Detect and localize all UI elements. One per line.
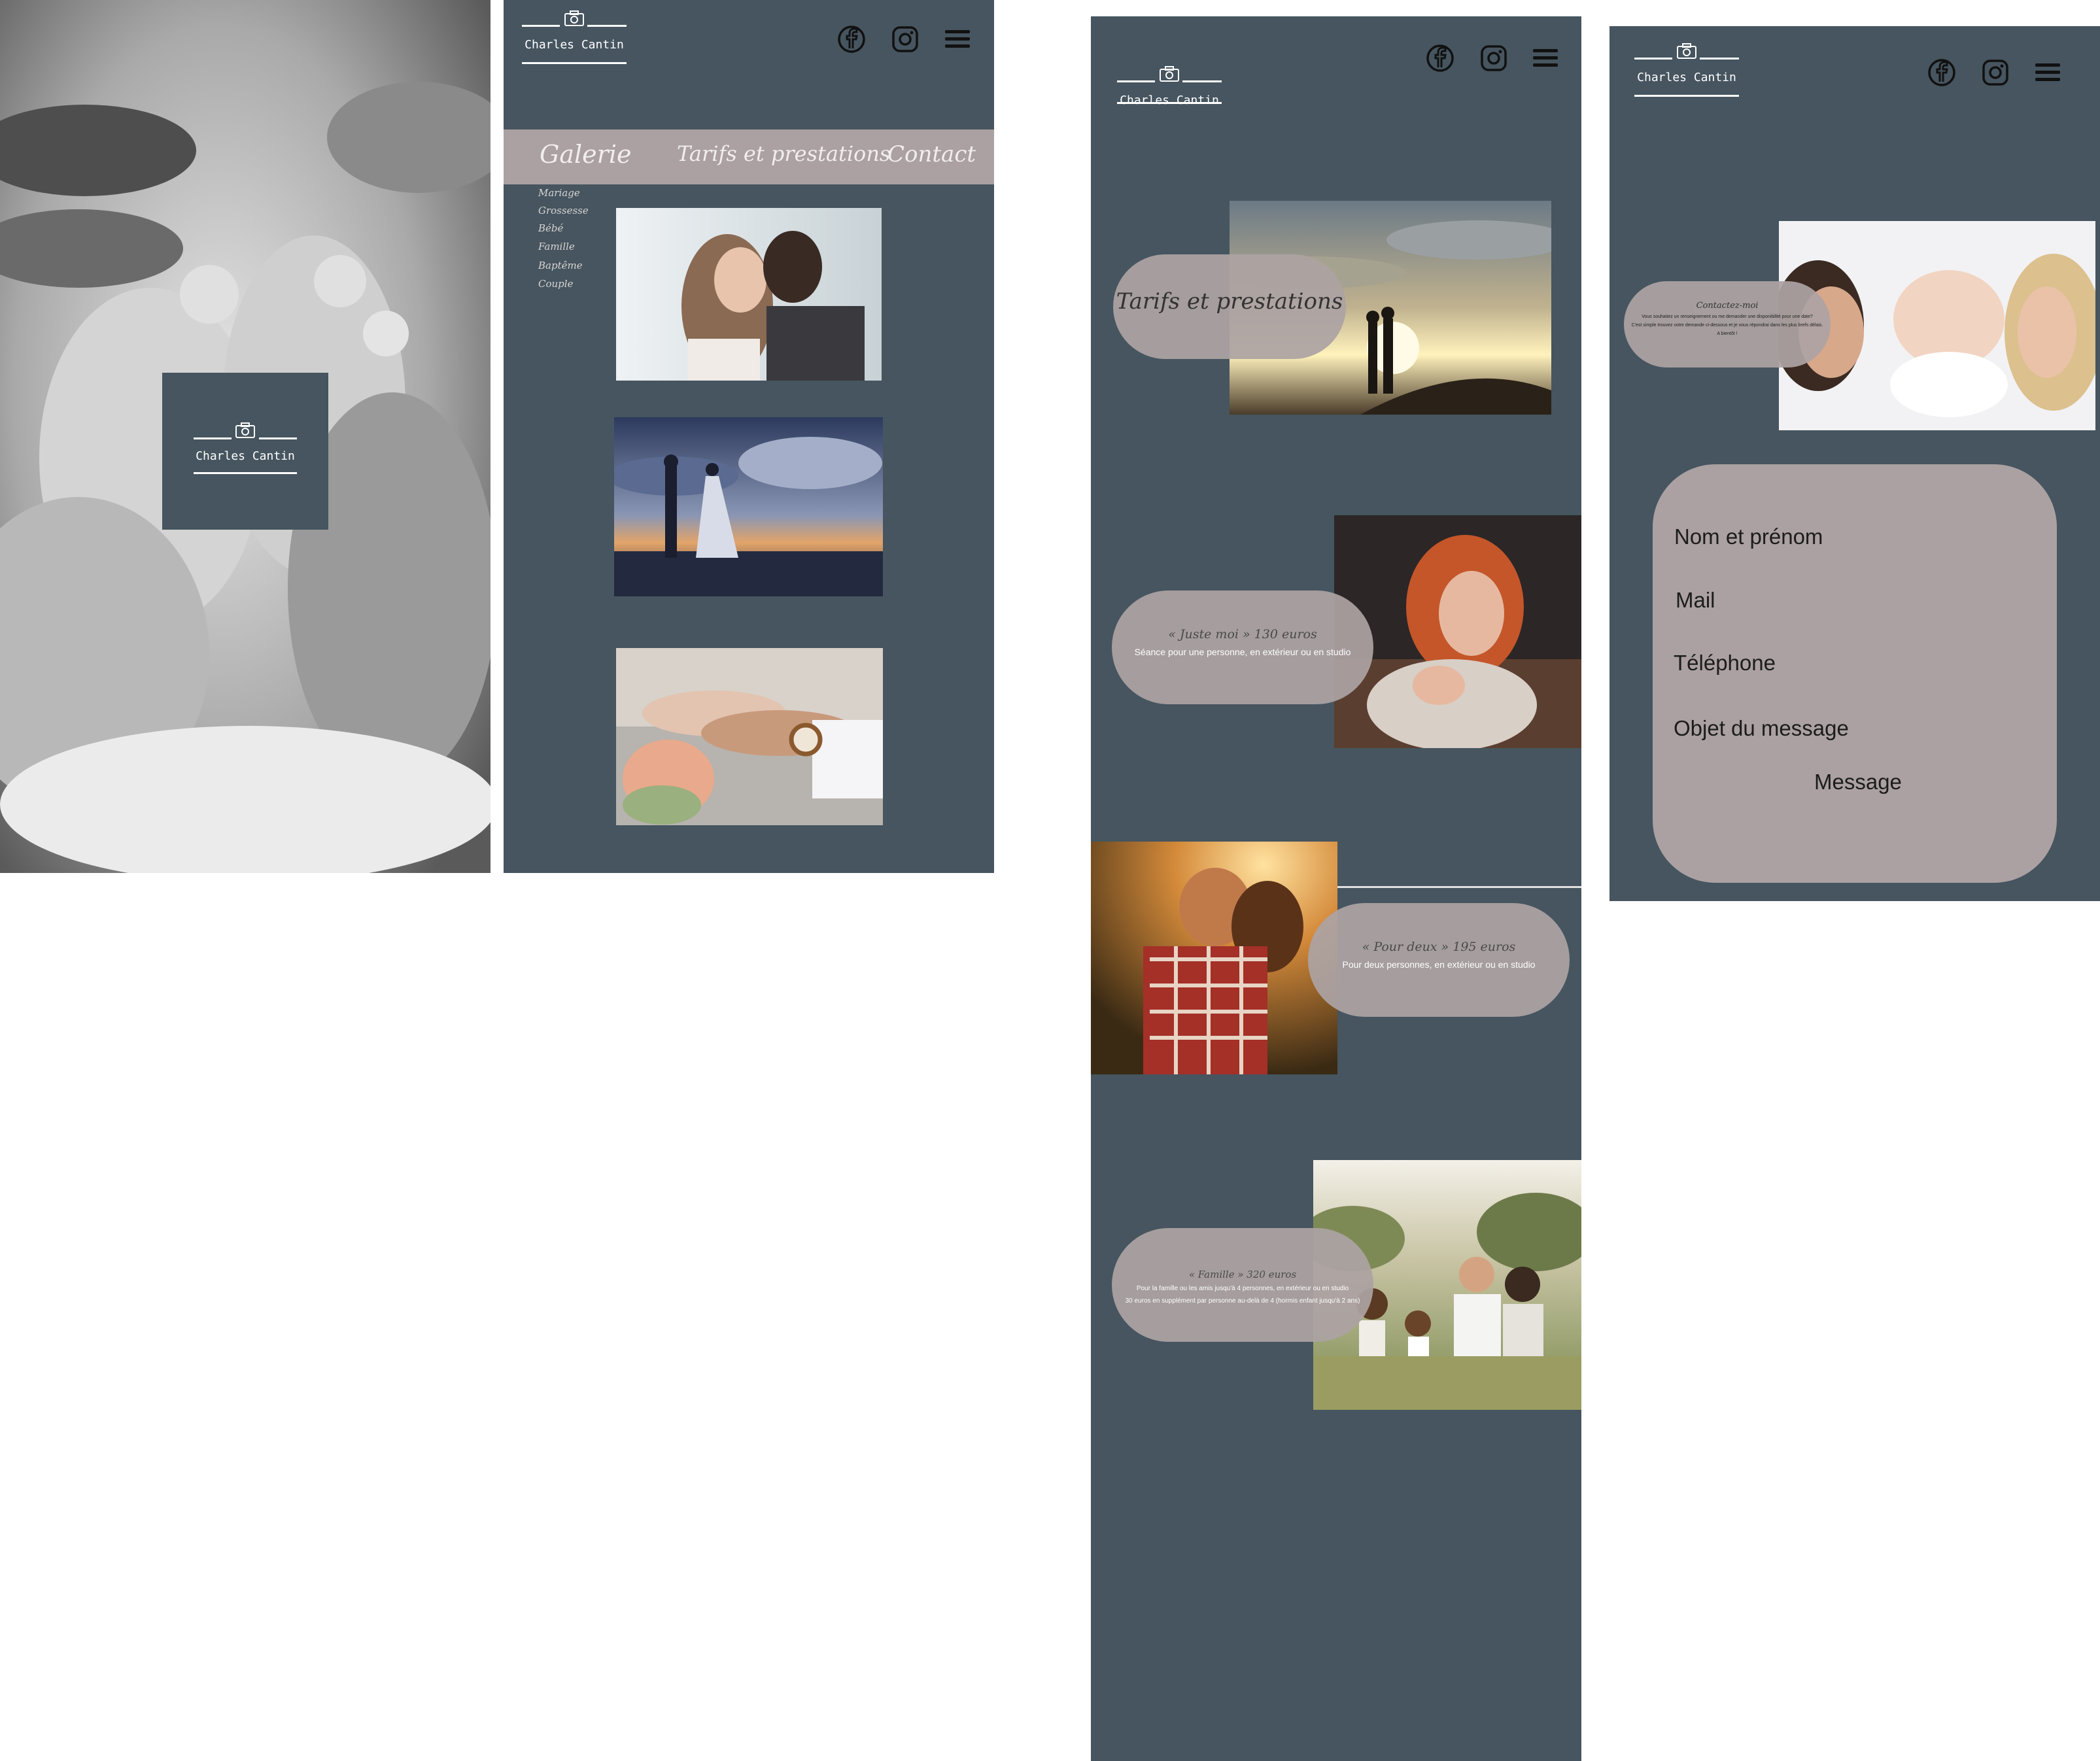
camera-icon xyxy=(1677,43,1696,59)
offer-description: Pour deux personnes, en extérieur ou en … xyxy=(1342,959,1536,970)
submenu-item[interactable]: Couple xyxy=(538,278,573,290)
offer-description-extra: 30 euros en supplément par personne au-d… xyxy=(1125,1297,1360,1305)
offer-pill-famille[interactable]: « Famille » 320 euros Pour la famille ou… xyxy=(1112,1228,1373,1342)
submenu-item[interactable]: Grossesse xyxy=(538,205,589,216)
offer-description: Pour la famille ou les amis jusqu'à 4 pe… xyxy=(1136,1285,1349,1292)
offer-description: Séance pour une personne, en extérieur o… xyxy=(1134,647,1351,657)
facebook-icon[interactable] xyxy=(1927,58,1956,87)
brand-name: Charles Cantin xyxy=(196,449,295,463)
offer-pill-juste-moi[interactable]: « Juste moi » 130 euros Séance pour une … xyxy=(1112,590,1373,704)
header-logo[interactable]: Charles Cantin xyxy=(522,0,627,72)
name-field[interactable]: Nom et prénom xyxy=(1674,524,1823,549)
gallery-photo-rings[interactable] xyxy=(616,648,883,825)
logo-underline xyxy=(1117,102,1222,104)
instagram-icon[interactable] xyxy=(891,25,920,54)
divider-line xyxy=(1334,886,1581,888)
contact-text: Vous souhaitez un renseignement ou me de… xyxy=(1642,315,1813,319)
menu-icon[interactable] xyxy=(2033,58,2062,87)
nav-contact[interactable]: Contact xyxy=(887,141,976,167)
nav-tarifs[interactable]: Tarifs et prestations xyxy=(677,141,890,166)
menu-icon[interactable] xyxy=(943,25,972,54)
offer-photo-pour-deux xyxy=(1091,842,1337,1074)
offer-title: « Juste moi » 130 euros xyxy=(1168,627,1317,641)
brand-name: Charles Cantin xyxy=(525,38,624,52)
camera-icon xyxy=(564,10,584,26)
gallery-photo-couple-kiss[interactable] xyxy=(616,208,882,381)
header-logo[interactable]: Charles Cantin xyxy=(1634,26,1739,98)
instagram-icon[interactable] xyxy=(1981,58,2010,87)
brand-name: Charles Cantin xyxy=(1120,94,1219,107)
facebook-icon[interactable] xyxy=(1426,44,1455,73)
mail-field[interactable]: Mail xyxy=(1676,588,1715,613)
contact-intro-pill: Contactez-moi Vous souhaitez un renseign… xyxy=(1624,281,1831,368)
offer-title: « Pour deux » 195 euros xyxy=(1362,940,1516,954)
contact-screen: Charles Cantin Contactez-moi Vous souhai… xyxy=(1609,26,2100,901)
pricing-title: Tarifs et prestations xyxy=(1116,288,1343,315)
nav-galerie[interactable]: Galerie xyxy=(540,140,631,169)
splash-logo-box: Charles Cantin xyxy=(162,373,328,530)
message-field[interactable]: Message xyxy=(1814,770,1902,795)
camera-icon xyxy=(235,422,255,438)
contact-form: Nom et prénom Mail Téléphone Objet du me… xyxy=(1653,464,2057,883)
offer-pill-pour-deux[interactable]: « Pour deux » 195 euros Pour deux person… xyxy=(1308,903,1570,1017)
instagram-icon[interactable] xyxy=(1479,44,1508,73)
submenu-item[interactable]: Mariage xyxy=(538,187,580,199)
submenu-item[interactable]: Bébé xyxy=(538,222,563,234)
gallery-screen: Charles Cantin Galerie Tarifs et prestat… xyxy=(504,0,994,873)
camera-icon xyxy=(1160,66,1179,82)
phone-field[interactable]: Téléphone xyxy=(1674,651,1776,675)
submenu-item[interactable]: Famille xyxy=(538,241,575,252)
pricing-screen: Charles Cantin Tarifs et prestations « J… xyxy=(1091,16,1581,1761)
subject-field[interactable]: Objet du message xyxy=(1674,716,1849,741)
facebook-icon[interactable] xyxy=(837,25,866,54)
contact-text: C'est simple trouvez votre demande ci-de… xyxy=(1631,323,1823,328)
header-logo[interactable]: Charles Cantin xyxy=(1117,32,1222,107)
submenu-item[interactable]: Baptême xyxy=(538,260,583,271)
pricing-title-pill: Tarifs et prestations xyxy=(1113,254,1346,359)
splash-logo[interactable]: Charles Cantin xyxy=(162,373,328,530)
main-nav: Galerie Tarifs et prestations Contact xyxy=(504,129,994,184)
contact-text: A bientôt ! xyxy=(1717,332,1738,336)
contact-title: Contactez-moi xyxy=(1696,301,1759,311)
offer-title: « Famille » 320 euros xyxy=(1188,1269,1297,1280)
menu-icon[interactable] xyxy=(1531,44,1560,73)
brand-name: Charles Cantin xyxy=(1637,71,1736,84)
gallery-photo-sunset-couple[interactable] xyxy=(614,417,883,596)
